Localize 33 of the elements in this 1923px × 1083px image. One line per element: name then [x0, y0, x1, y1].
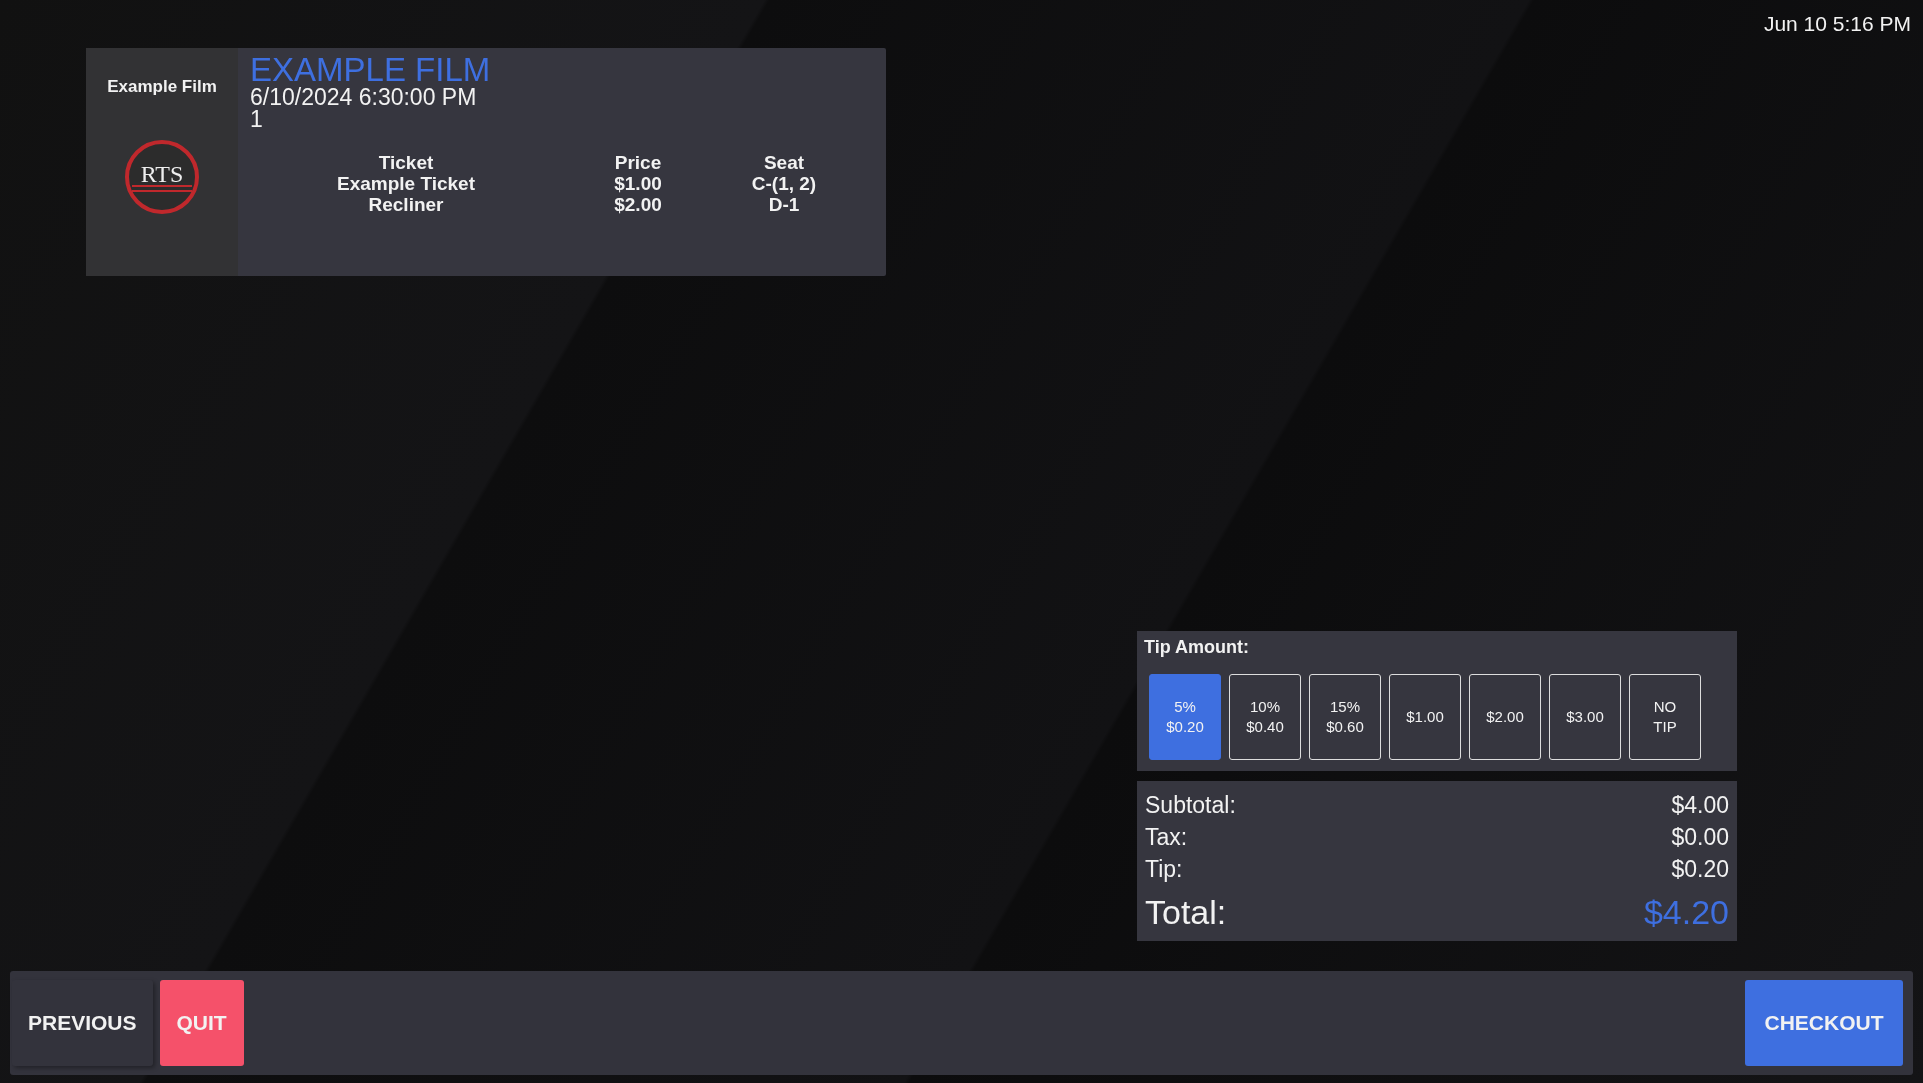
- table-cell: Example Ticket: [337, 173, 475, 194]
- table-cell: $1.00: [614, 173, 662, 194]
- total-value: $4.20: [1643, 892, 1729, 933]
- quantity-text: 1: [250, 108, 264, 130]
- summary-value: $0.20: [1671, 855, 1729, 884]
- footer-button[interactable]: PREVIOUS: [12, 980, 153, 1066]
- tip-option-button[interactable]: NO TIP: [1629, 674, 1701, 760]
- table-cell: C-(1, 2): [751, 173, 817, 194]
- film-title: EXAMPLE FILM: [250, 54, 492, 86]
- tip-option-button[interactable]: 5% $0.20: [1149, 674, 1221, 760]
- clock-text: Jun 10 5:16 PM: [1763, 12, 1911, 36]
- poster-title: Example Film: [107, 77, 217, 97]
- tip-option-button[interactable]: $1.00: [1389, 674, 1461, 760]
- table-cell: D-1: [768, 194, 800, 215]
- table-cell: $2.00: [614, 194, 662, 215]
- summary-value: $4.00: [1671, 791, 1729, 820]
- showtime-text: 6/10/2024 6:30:00 PM: [250, 86, 478, 108]
- table-cell: Recliner: [368, 194, 444, 215]
- summary-label: Subtotal:: [1145, 791, 1236, 820]
- rts-logo-icon: RTS: [124, 139, 200, 215]
- column-header: Ticket: [378, 152, 434, 173]
- total-label: Total:: [1145, 892, 1227, 933]
- summary-label: Tip:: [1145, 855, 1183, 884]
- summary-value: $0.00: [1671, 823, 1729, 852]
- tip-option-button[interactable]: $3.00: [1549, 674, 1621, 760]
- summary-label: Tax:: [1145, 823, 1188, 852]
- column-header: Price: [614, 152, 662, 173]
- column-header: Seat: [763, 152, 805, 173]
- tip-option-button[interactable]: 10% $0.40: [1229, 674, 1301, 760]
- tip-option-button[interactable]: $2.00: [1469, 674, 1541, 760]
- checkout-button[interactable]: CHECKOUT: [1745, 980, 1903, 1066]
- tip-option-button[interactable]: 15% $0.60: [1309, 674, 1381, 760]
- tip-label: Tip Amount:: [1144, 637, 1250, 658]
